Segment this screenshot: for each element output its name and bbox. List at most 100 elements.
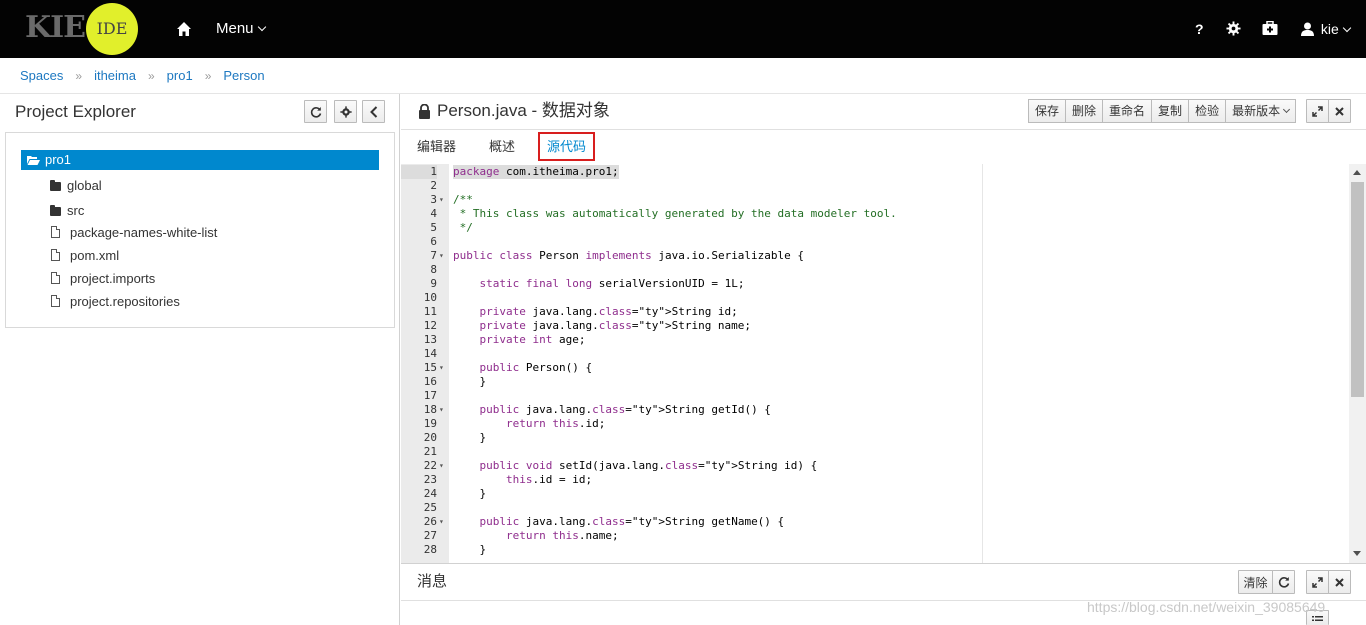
folder-icon — [50, 180, 61, 191]
line-number: 27 — [423, 529, 437, 542]
user-menu[interactable]: kie — [1301, 19, 1352, 39]
save-button[interactable]: 保存 — [1028, 99, 1067, 123]
code-line[interactable]: 5 */ — [401, 221, 1351, 235]
code-line[interactable]: 7 ▾ public class Person implements java.io… — [401, 249, 1351, 263]
scroll-up-icon[interactable] — [1353, 169, 1361, 175]
fold-toggle-icon[interactable]: ▾ — [439, 249, 444, 263]
help-button[interactable]: ? — [1195, 19, 1204, 39]
code-line[interactable]: 22 ▾ public void setId(java.lang.class="t… — [401, 459, 1351, 473]
kie-logo[interactable]: KIE — [25, 10, 86, 46]
home-icon[interactable] — [176, 21, 192, 37]
maximize-editor-button[interactable] — [1306, 99, 1329, 123]
code-line[interactable]: 27 return this.name; — [401, 529, 1351, 543]
scrollbar-thumb[interactable] — [1351, 182, 1364, 397]
code-line[interactable]: 4 * This class was automatically generat… — [401, 207, 1351, 221]
close-editor-button[interactable] — [1328, 99, 1351, 123]
breadcrumb-person[interactable]: Person — [223, 68, 264, 83]
code-line[interactable]: 9 static final long serialVersionUID = 1… — [401, 277, 1351, 291]
fold-toggle-icon[interactable]: ▾ — [439, 459, 444, 473]
gear-icon — [339, 105, 352, 118]
code-line[interactable]: 20 } — [401, 431, 1351, 445]
close-messages-button[interactable] — [1328, 570, 1351, 594]
delete-button[interactable]: 删除 — [1066, 99, 1104, 123]
code-line[interactable]: 12 private java.lang.class="ty">String n… — [401, 319, 1351, 333]
breadcrumb-itheima[interactable]: itheima — [94, 68, 136, 83]
code-line[interactable]: 6 — [401, 235, 1351, 249]
code-text: } — [453, 375, 487, 388]
tab-source[interactable]: 源代码 — [538, 132, 596, 161]
latest-version-dropdown[interactable]: 最新版本 — [1226, 99, 1297, 123]
line-number: 8 — [430, 263, 437, 276]
code-line[interactable]: 26 ▾ public java.lang.class="ty">String g… — [401, 515, 1351, 529]
tab-editor[interactable]: 编辑器 — [417, 130, 456, 164]
tab-overview[interactable]: 概述 — [489, 130, 515, 164]
code-line[interactable]: 21 — [401, 445, 1351, 459]
tree-root-pro1[interactable]: pro1 — [21, 150, 379, 170]
expand-icon — [1312, 105, 1323, 117]
refresh-button[interactable] — [304, 100, 327, 123]
code-text: public void setId(java.lang.class="ty">S… — [479, 459, 818, 472]
code-line[interactable]: 16 } — [401, 375, 1351, 389]
code-line[interactable]: 17 — [401, 389, 1351, 403]
code-line[interactable]: 13 private int age; — [401, 333, 1351, 347]
top-navbar: KIE IDE Menu ? kie — [0, 0, 1366, 58]
code-text: */ — [453, 221, 473, 234]
code-text: this.id = id; — [505, 473, 593, 486]
code-line[interactable]: 2 — [401, 179, 1351, 193]
file-icon — [51, 249, 60, 261]
code-line[interactable]: 24 } — [401, 487, 1351, 501]
copy-button[interactable]: 复制 — [1152, 99, 1190, 123]
code-line[interactable]: 8 — [401, 263, 1351, 277]
code-text: } — [453, 487, 487, 500]
close-icon — [1335, 577, 1344, 587]
code-line[interactable]: 14 — [401, 347, 1351, 361]
user-name: kie — [1320, 21, 1339, 37]
code-line[interactable]: 10 — [401, 291, 1351, 305]
menu-label: Menu — [216, 20, 254, 37]
refresh-messages-button[interactable] — [1272, 570, 1295, 594]
user-icon — [1301, 22, 1314, 36]
menu-dropdown[interactable]: Menu — [216, 19, 266, 39]
project-explorer-title: Project Explorer — [15, 102, 136, 121]
line-number: 21 — [423, 445, 437, 458]
code-line[interactable]: 11 private java.lang.class="ty">String i… — [401, 305, 1351, 319]
first-aid-kit-icon[interactable] — [1262, 21, 1278, 36]
line-number: 11 — [423, 305, 437, 318]
file-icon — [51, 226, 60, 238]
tree-item-label: project.repositories — [70, 294, 180, 309]
line-number: 9 — [430, 277, 437, 290]
fold-toggle-icon[interactable]: ▾ — [439, 403, 444, 417]
maximize-messages-button[interactable] — [1306, 570, 1329, 594]
validate-button[interactable]: 检验 — [1189, 99, 1227, 123]
line-number: 19 — [423, 417, 437, 430]
gear-icon[interactable] — [1226, 21, 1241, 36]
tree-item-label: src — [67, 203, 85, 218]
code-line[interactable]: 25 — [401, 501, 1351, 515]
code-line[interactable]: 23 this.id = id; — [401, 473, 1351, 487]
ide-logo-badge[interactable]: IDE — [86, 3, 138, 55]
code-line[interactable]: 15 ▾ public Person() { — [401, 361, 1351, 375]
collapse-panel-button[interactable] — [362, 100, 385, 123]
code-line[interactable]: 1 package com.itheima.pro1; — [401, 165, 1351, 179]
clear-messages-button[interactable]: 清除 — [1238, 570, 1273, 594]
fold-toggle-icon[interactable]: ▾ — [439, 515, 444, 529]
code-scrollbar[interactable] — [1349, 164, 1366, 563]
breadcrumb-spaces[interactable]: Spaces — [20, 68, 63, 83]
line-number: 16 — [423, 375, 437, 388]
code-line[interactable]: 19 return this.id; — [401, 417, 1351, 431]
refresh-icon — [310, 106, 321, 118]
code-line[interactable]: 18 ▾ public java.lang.class="ty">String g… — [401, 403, 1351, 417]
code-line[interactable]: 28 } — [401, 543, 1351, 557]
explorer-settings-button[interactable] — [334, 100, 357, 123]
fold-toggle-icon[interactable]: ▾ — [439, 193, 444, 207]
line-number: 3 — [430, 193, 437, 206]
scroll-down-icon[interactable] — [1353, 551, 1361, 557]
breadcrumb-pro1[interactable]: pro1 — [167, 68, 193, 83]
rename-button[interactable]: 重命名 — [1103, 99, 1153, 123]
code-text: return this.id; — [505, 417, 606, 430]
code-editor[interactable]: 1 package com.itheima.pro1; 2 3 ▾/** 4 * This… — [401, 164, 1366, 563]
fold-toggle-icon[interactable]: ▾ — [439, 361, 444, 375]
expand-icon — [1312, 576, 1323, 588]
line-number: 24 — [423, 487, 437, 500]
code-line[interactable]: 3 ▾ /** — [401, 193, 1351, 207]
